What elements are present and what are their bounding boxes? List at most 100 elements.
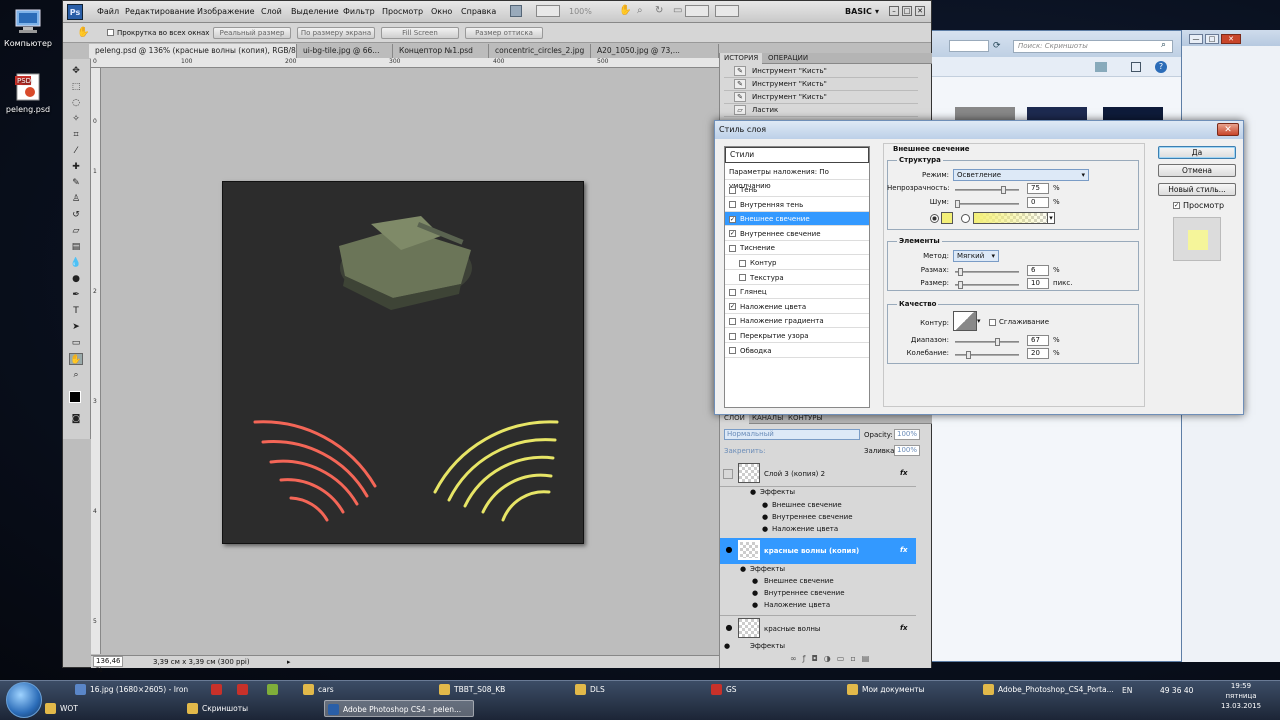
menu-window[interactable]: Окно: [431, 7, 452, 16]
blending-options[interactable]: Параметры наложения: По умолчанию: [725, 165, 869, 190]
healing-brush-tool-icon[interactable]: ✚: [69, 161, 83, 173]
search-input[interactable]: Поиск: Скриншоты: [1013, 40, 1173, 53]
range-input[interactable]: 67: [1027, 335, 1049, 346]
slider-knob[interactable]: [958, 268, 963, 276]
desktop-icon-psd[interactable]: PSD peleng.psd: [0, 72, 56, 114]
scroll-all-checkbox[interactable]: [107, 29, 114, 36]
zoom-tool-icon[interactable]: ⌕: [69, 369, 83, 381]
style-checkbox[interactable]: [729, 244, 736, 252]
spread-slider[interactable]: [955, 268, 1019, 276]
rotate-icon[interactable]: ↻: [655, 5, 663, 16]
style-item[interactable]: Контур: [725, 256, 869, 270]
eye-icon[interactable]: ●: [723, 623, 735, 635]
gradient-swatch[interactable]: [973, 212, 1055, 224]
dodge-tool-icon[interactable]: ●: [69, 273, 83, 285]
tab-konceptor[interactable]: Концептор №1.psd: [393, 44, 489, 58]
zoom-display[interactable]: 100%: [569, 7, 592, 16]
minimize-button[interactable]: —: [1189, 34, 1203, 44]
language-indicator[interactable]: EN: [1122, 686, 1132, 695]
ruler-icon[interactable]: ▭: [673, 5, 682, 16]
jitter-slider[interactable]: [955, 351, 1019, 359]
clone-stamp-tool-icon[interactable]: ♙: [69, 193, 83, 205]
anti-aliased-checkbox[interactable]: [989, 319, 996, 326]
style-item[interactable]: Перекрытие узора: [725, 329, 869, 343]
refresh-icon[interactable]: ⟳: [993, 41, 1001, 51]
cancel-button[interactable]: Отмена: [1158, 164, 1236, 177]
taskbar-item[interactable]: [264, 681, 298, 698]
eyedropper-tool-icon[interactable]: ⁄: [69, 145, 83, 157]
slider-knob[interactable]: [1001, 186, 1006, 194]
blend-mode-select[interactable]: Нормальный: [724, 429, 860, 440]
method-select[interactable]: Мягкий ▾: [953, 250, 999, 262]
style-checkbox[interactable]: ✓: [729, 303, 736, 311]
layer-style-dialog[interactable]: Стиль слоя ✕ Стили Параметры наложения: …: [714, 120, 1244, 415]
menu-view[interactable]: Просмотр: [382, 7, 423, 16]
hand-icon[interactable]: ✋: [619, 5, 631, 16]
fill-input[interactable]: 100%: [894, 445, 920, 456]
view-icon[interactable]: [1095, 62, 1107, 72]
effect-item[interactable]: ● Внутреннее свечение: [720, 513, 916, 525]
magic-wand-tool-icon[interactable]: ✧: [69, 113, 83, 125]
taskbar-item[interactable]: Мои документы: [844, 681, 978, 698]
noise-slider[interactable]: [955, 200, 1019, 208]
effects-group[interactable]: ● Эффекты: [720, 488, 916, 500]
restore-button[interactable]: □: [902, 6, 912, 16]
eye-icon[interactable]: ●: [762, 501, 768, 509]
eye-icon[interactable]: ●: [752, 601, 758, 609]
fx-icon[interactable]: fx: [900, 624, 908, 632]
print-size-button[interactable]: Размер оттиска: [465, 27, 543, 39]
style-checkbox[interactable]: [739, 274, 746, 282]
taskbar-item[interactable]: [208, 681, 232, 698]
style-item[interactable]: Текстура: [725, 271, 869, 285]
history-item[interactable]: ✎ Инструмент "Кисть": [724, 65, 918, 78]
preview-checkbox[interactable]: ✓: [1173, 202, 1180, 209]
actual-pixels-button[interactable]: Реальный размер: [213, 27, 291, 39]
style-checkbox[interactable]: ✓: [729, 215, 736, 223]
quick-mask-icon[interactable]: ◙: [69, 413, 83, 425]
new-style-button[interactable]: Новый стиль...: [1158, 183, 1236, 196]
tab-ui-bg-tile[interactable]: ui-bg-tile.jpg @ 66...: [297, 44, 393, 58]
maximize-button[interactable]: □: [1205, 34, 1219, 44]
gradient-tool-icon[interactable]: ▤: [69, 241, 83, 253]
style-checkbox[interactable]: ✓: [729, 230, 736, 238]
screen-mode-icon[interactable]: [715, 5, 739, 17]
history-item[interactable]: ✎ Инструмент "Кисть": [724, 91, 918, 104]
slider-knob[interactable]: [958, 281, 963, 289]
effect-item[interactable]: ● Внутреннее свечение: [720, 589, 916, 601]
fill-screen-button[interactable]: Fill Screen: [381, 27, 459, 39]
lasso-tool-icon[interactable]: ◌: [69, 97, 83, 109]
taskbar-item[interactable]: TBBT_S08_KB: [436, 681, 570, 698]
eye-icon[interactable]: ●: [762, 513, 768, 521]
effect-item[interactable]: ● Наложение цвета: [720, 601, 916, 613]
menu-help[interactable]: Справка: [461, 7, 496, 16]
layer-row-selected[interactable]: ● красные волны (копия) fx: [720, 538, 916, 564]
history-brush-tool-icon[interactable]: ↺: [69, 209, 83, 221]
slider-knob[interactable]: [955, 200, 960, 208]
eye-icon[interactable]: ●: [762, 525, 768, 533]
close-icon[interactable]: ✕: [1217, 123, 1239, 136]
fx-icon[interactable]: fx: [900, 469, 908, 477]
taskbar-item[interactable]: cars: [300, 681, 434, 698]
menu-file[interactable]: Файл: [97, 7, 119, 16]
layers-panel-footer-icons[interactable]: ∞ƒ◘◑▭▫▤: [790, 654, 920, 666]
styles-header[interactable]: Стили: [725, 147, 869, 163]
style-item[interactable]: Глянец: [725, 285, 869, 300]
document-canvas[interactable]: [222, 181, 584, 544]
slider-knob[interactable]: [966, 351, 971, 359]
zoom-icon[interactable]: ⌕: [637, 5, 643, 16]
solid-color-radio[interactable]: [930, 214, 939, 223]
style-checkbox[interactable]: [729, 332, 736, 340]
close-button[interactable]: ✕: [915, 6, 925, 16]
style-checkbox[interactable]: [729, 317, 736, 325]
taskbar-item[interactable]: Adobe Photoshop CS4 - pelen...: [324, 700, 474, 717]
tab-peleng[interactable]: peleng.psd @ 136% (красные волны (копия)…: [89, 44, 297, 58]
bridge-icon[interactable]: [510, 5, 522, 17]
chevron-right-icon[interactable]: ▸: [287, 656, 291, 669]
eye-icon[interactable]: ●: [752, 577, 758, 585]
effects-group[interactable]: ● Эффекты: [720, 642, 916, 654]
style-checkbox[interactable]: [729, 201, 736, 209]
layer-row[interactable]: ● красные волны fx: [720, 615, 916, 641]
mode-select[interactable]: Осветление ▾: [953, 169, 1089, 181]
opacity-slider[interactable]: [955, 186, 1019, 194]
ok-button[interactable]: Да: [1158, 146, 1236, 159]
